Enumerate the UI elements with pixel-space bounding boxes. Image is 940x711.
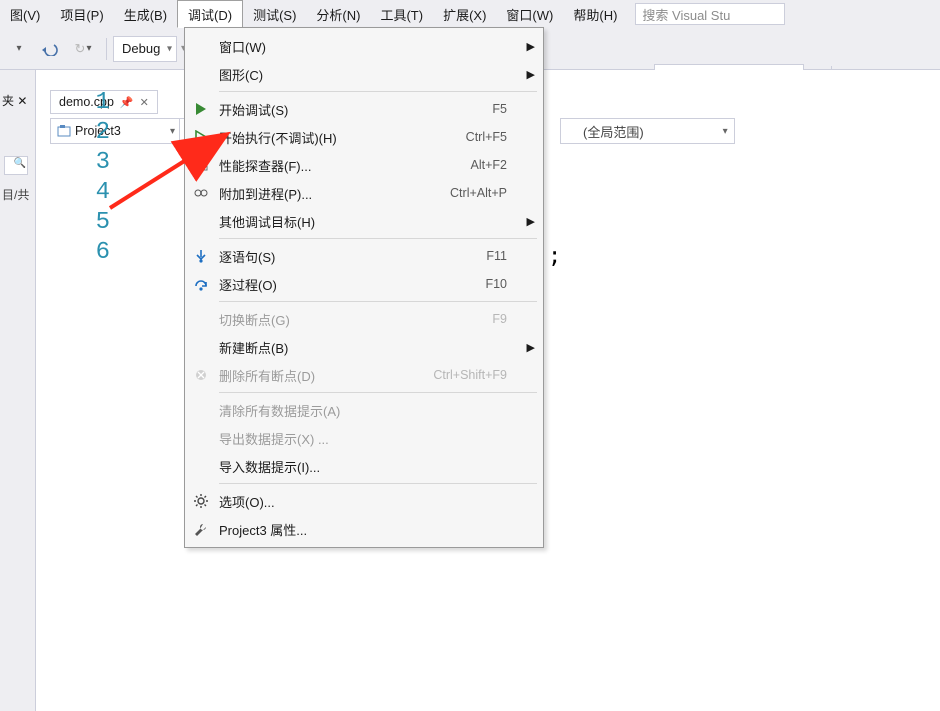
blank-icon — [187, 333, 215, 361]
menu-clear-datatips: 清除所有数据提示(A) — [185, 396, 543, 424]
side-panel-tab[interactable]: 夹 ✕ — [0, 88, 27, 112]
left-tool-rail: 🔍 目/共 — [0, 70, 36, 711]
configuration-value: Debug — [122, 41, 160, 56]
separator — [219, 91, 537, 92]
menu-step-over[interactable]: 逐过程(O) F10 — [185, 270, 543, 298]
blank-icon — [187, 207, 215, 235]
play-fill-icon — [187, 95, 215, 123]
menu-start-debugging[interactable]: 开始调试(S) F5 — [185, 95, 543, 123]
menu-step-into[interactable]: 逐语句(S) F11 — [185, 242, 543, 270]
gear-icon — [187, 487, 215, 515]
line-number: 3 — [88, 148, 110, 178]
menu-project[interactable]: 项目(P) — [50, 0, 113, 28]
blank-icon — [187, 305, 215, 333]
left-rail-label[interactable]: 目/共 — [0, 184, 31, 205]
menu-options[interactable]: 选项(O)... — [185, 487, 543, 515]
separator — [219, 483, 537, 484]
separator — [219, 392, 537, 393]
separator — [106, 38, 107, 60]
redo-button[interactable]: ↻▾ — [68, 36, 98, 62]
blank-icon — [187, 396, 215, 424]
undo-icon — [42, 42, 60, 56]
step-into-icon — [187, 242, 215, 270]
wrench-icon — [187, 515, 215, 543]
menu-attach-to-process[interactable]: 附加到进程(P)... Ctrl+Alt+P — [185, 179, 543, 207]
blank-icon — [187, 424, 215, 452]
menu-toggle-breakpoint: 切换断点(G) F9 — [185, 305, 543, 333]
chevron-down-icon: ▾ — [170, 126, 175, 137]
attach-icon — [187, 179, 215, 207]
clear-breakpoints-icon — [187, 361, 215, 389]
menu-start-without-debugging[interactable]: 开始执行(不调试)(H) Ctrl+F5 — [185, 123, 543, 151]
menu-performance-profiler[interactable]: 性能探查器(F)... Alt+F2 — [185, 151, 543, 179]
menu-help[interactable]: 帮助(H) — [563, 0, 627, 28]
nav-back-button[interactable]: ▾ — [4, 36, 34, 62]
scope-combo[interactable]: (全局范围) ▾ — [560, 118, 735, 144]
line-number: 4 — [88, 178, 110, 208]
menu-extensions[interactable]: 扩展(X) — [433, 0, 496, 28]
line-number-gutter: 1 2 3 4 5 6 — [88, 88, 110, 268]
submenu-arrow-icon: ▶ — [527, 341, 535, 354]
line-number: 6 — [88, 238, 110, 268]
blank-icon — [187, 60, 215, 88]
search-placeholder: 搜索 Visual Stu — [642, 5, 730, 24]
step-over-icon — [187, 270, 215, 298]
line-number: 2 — [88, 118, 110, 148]
search-icon: 🔍 — [14, 158, 26, 169]
submenu-arrow-icon: ▶ — [527, 68, 535, 81]
line-number: 1 — [88, 88, 110, 118]
menu-view[interactable]: 图(V) — [0, 0, 50, 28]
blank-icon — [187, 32, 215, 60]
chevron-down-icon: ▾ — [167, 43, 172, 54]
menu-project-properties[interactable]: Project3 属性... — [185, 515, 543, 543]
project-icon — [57, 124, 71, 138]
menubar: 图(V) 项目(P) 生成(B) 调试(D) 测试(S) 分析(N) 工具(T)… — [0, 0, 940, 28]
submenu-arrow-icon: ▶ — [527, 215, 535, 228]
project-crumb[interactable]: Project3 ▾ — [50, 118, 180, 144]
separator — [219, 238, 537, 239]
left-rail-search[interactable]: 🔍 — [4, 156, 28, 175]
code-char: ; — [548, 244, 561, 269]
blank-icon — [187, 452, 215, 480]
menu-delete-all-breakpoints: 删除所有断点(D) Ctrl+Shift+F9 — [185, 361, 543, 389]
menu-debug[interactable]: 调试(D) — [177, 0, 243, 28]
menu-build[interactable]: 生成(B) — [114, 0, 177, 28]
menu-export-datatips: 导出数据提示(X) ... — [185, 424, 543, 452]
menu-graphics[interactable]: 图形(C) ▶ — [185, 60, 543, 88]
debug-menu-dropdown: 窗口(W) ▶ 图形(C) ▶ 开始调试(S) F5 开始执行(不调试)(H) … — [184, 27, 544, 548]
play-outline-icon — [187, 123, 215, 151]
menu-search-box[interactable]: 搜索 Visual Stu — [635, 3, 785, 25]
scope-combo-label: (全局范围) — [583, 122, 644, 141]
profiler-icon — [187, 151, 215, 179]
menu-windows[interactable]: 窗口(W) ▶ — [185, 32, 543, 60]
close-icon[interactable]: ✕ — [140, 96, 149, 109]
menu-other-debug-targets[interactable]: 其他调试目标(H) ▶ — [185, 207, 543, 235]
menu-analyze[interactable]: 分析(N) — [306, 0, 370, 28]
menu-window[interactable]: 窗口(W) — [496, 0, 563, 28]
pin-icon[interactable]: 📌 — [120, 96, 134, 109]
menu-test[interactable]: 测试(S) — [243, 0, 306, 28]
undo-button[interactable] — [36, 36, 66, 62]
menu-import-datatips[interactable]: 导入数据提示(I)... — [185, 452, 543, 480]
chevron-down-icon: ▾ — [723, 126, 728, 137]
submenu-arrow-icon: ▶ — [527, 40, 535, 53]
separator — [219, 301, 537, 302]
configuration-combo[interactable]: Debug ▾ — [113, 36, 177, 62]
menu-tools[interactable]: 工具(T) — [370, 0, 433, 28]
menu-new-breakpoint[interactable]: 新建断点(B) ▶ — [185, 333, 543, 361]
line-number: 5 — [88, 208, 110, 238]
